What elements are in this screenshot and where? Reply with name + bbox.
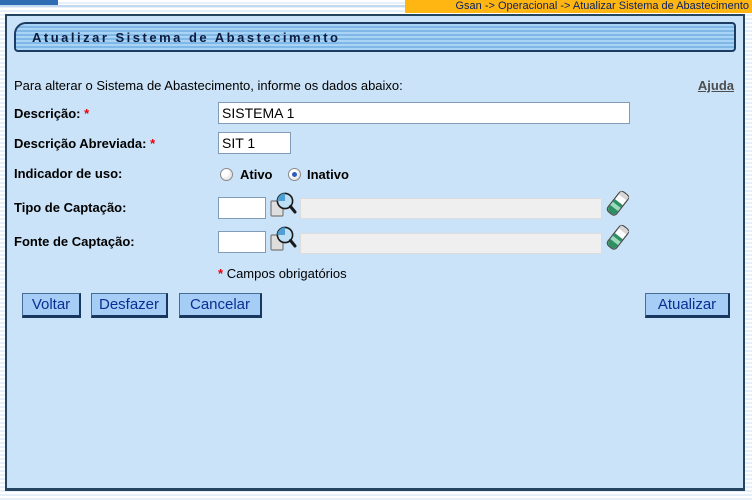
descricao-abreviada-input[interactable]: [218, 132, 291, 154]
tipo-captacao-eraser-icon[interactable]: [605, 190, 631, 218]
descricao-required-marker: *: [84, 106, 89, 121]
radio-inativo-label[interactable]: Inativo: [307, 167, 349, 182]
tipo-captacao-search-icon[interactable]: [269, 191, 297, 219]
tipo-captacao-description-field: [300, 198, 602, 219]
intro-text: Para alterar o Sistema de Abastecimento,…: [14, 78, 403, 93]
descricao-abreviada-required-marker: *: [150, 136, 155, 151]
indicador-de-uso-label-text: Indicador de uso:: [14, 166, 122, 181]
page-title: Atualizar Sistema de Abastecimento: [16, 30, 340, 45]
page-title-bar: Atualizar Sistema de Abastecimento: [14, 22, 736, 52]
fonte-captacao-label-text: Fonte de Captação:: [14, 234, 135, 249]
radio-ativo[interactable]: [220, 168, 233, 181]
breadcrumb[interactable]: Gsan -> Operacional -> Atualizar Sistema…: [405, 0, 752, 13]
main-panel: Atualizar Sistema de Abastecimento Para …: [5, 14, 745, 491]
fonte-captacao-eraser-icon[interactable]: [605, 224, 631, 252]
fonte-captacao-label: Fonte de Captação:: [14, 234, 135, 249]
tipo-captacao-code-input[interactable]: [218, 197, 266, 219]
descricao-abreviada-label-text: Descrição Abreviada:: [14, 136, 146, 151]
descricao-label: Descrição: *: [14, 106, 89, 121]
radio-inativo[interactable]: [288, 168, 301, 181]
required-fields-note: * Campos obrigatórios: [218, 266, 347, 281]
tipo-captacao-label: Tipo de Captação:: [14, 200, 126, 215]
fonte-captacao-description-field: [300, 233, 602, 254]
tipo-captacao-label-text: Tipo de Captação:: [14, 200, 126, 215]
radio-ativo-label[interactable]: Ativo: [240, 167, 273, 182]
descricao-input[interactable]: [218, 102, 630, 124]
fonte-captacao-search-icon[interactable]: [269, 225, 297, 253]
voltar-button[interactable]: Voltar: [22, 293, 81, 318]
descricao-abreviada-label: Descrição Abreviada: *: [14, 136, 155, 151]
fonte-captacao-code-input[interactable]: [218, 231, 266, 253]
atualizar-button[interactable]: Atualizar: [645, 293, 730, 318]
descricao-label-text: Descrição:: [14, 106, 80, 121]
help-link[interactable]: Ajuda: [698, 78, 734, 93]
gsan-window: Gsan -> Operacional -> Atualizar Sistema…: [0, 0, 752, 500]
desfazer-button[interactable]: Desfazer: [91, 293, 168, 318]
indicador-de-uso-label: Indicador de uso:: [14, 166, 122, 181]
required-note-text: Campos obrigatórios: [227, 266, 347, 281]
cancelar-button[interactable]: Cancelar: [179, 293, 262, 318]
required-note-marker: *: [218, 266, 223, 281]
